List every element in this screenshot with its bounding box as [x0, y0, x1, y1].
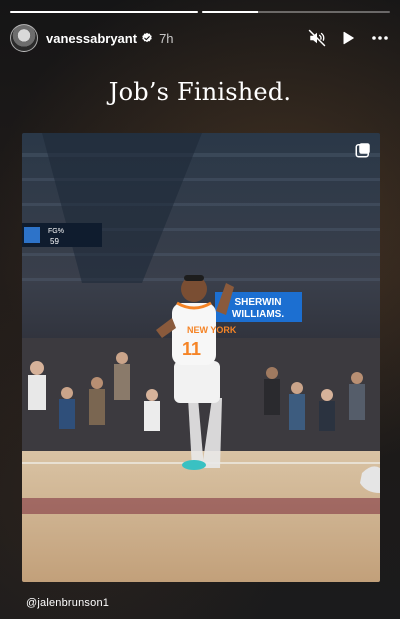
post-time: 7h	[159, 30, 174, 46]
progress-segment-2	[202, 11, 390, 13]
court-floor	[22, 451, 380, 582]
svg-text:NEW YORK: NEW YORK	[187, 325, 237, 335]
story-progress	[10, 11, 390, 13]
more-dots-icon[interactable]	[370, 29, 390, 47]
scoreboard-label: FG%	[48, 228, 64, 235]
mention-sticker[interactable]: @jalenbrunson1	[26, 597, 109, 609]
jersey-number: 11	[182, 339, 201, 359]
muted-speaker-icon[interactable]	[308, 29, 326, 47]
story-photo: FG% 59 SHERWIN WILLIAMS. NEW YORK 11	[22, 133, 380, 582]
banner-line-1: SHERWIN	[234, 297, 281, 308]
scoreboard-value: 59	[50, 237, 59, 246]
verified-badge-icon	[142, 32, 152, 43]
story-header: vanessabryant 7h	[10, 24, 390, 52]
banner-line-2: WILLIAMS.	[232, 309, 284, 320]
story-caption: Job’s Finished.	[108, 78, 292, 106]
avatar[interactable]	[10, 24, 38, 52]
username[interactable]: vanessabryant	[46, 31, 137, 46]
basketball-photo: FG% 59 SHERWIN WILLIAMS. NEW YORK 11	[22, 133, 380, 582]
play-icon[interactable]	[340, 30, 356, 46]
progress-segment-1	[10, 11, 198, 13]
header-actions	[308, 29, 390, 47]
repost-icon[interactable]	[354, 141, 372, 159]
